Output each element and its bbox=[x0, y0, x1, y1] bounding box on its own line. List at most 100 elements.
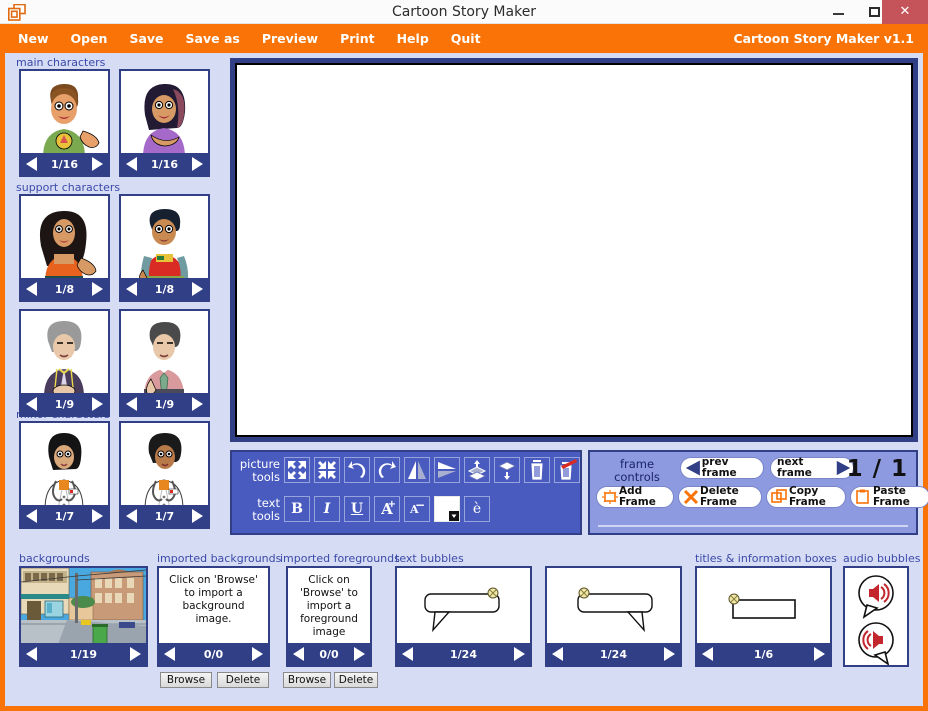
shrink-button[interactable] bbox=[314, 457, 340, 483]
text-bubble-card-left[interactable]: 1/24 bbox=[395, 566, 532, 667]
delete-frame-button[interactable]: Delete Frame bbox=[678, 486, 762, 508]
audio-bubbles-card[interactable] bbox=[843, 566, 909, 667]
expand-button[interactable] bbox=[284, 457, 310, 483]
next-arrow-icon[interactable] bbox=[129, 647, 141, 661]
prev-arrow-icon[interactable] bbox=[26, 397, 37, 411]
prev-arrow-icon[interactable] bbox=[126, 157, 137, 171]
decrease-font-button[interactable]: A − bbox=[404, 496, 430, 522]
delete-icon bbox=[530, 460, 544, 481]
minimize-button[interactable] bbox=[820, 0, 856, 24]
imported-backgrounds-nav: 0/0 bbox=[159, 643, 268, 665]
menu-item-preview[interactable]: Preview bbox=[262, 31, 318, 46]
add-frame-button[interactable]: Add Frame bbox=[596, 486, 674, 508]
send-to-back-button[interactable] bbox=[494, 457, 520, 483]
text-color-button[interactable] bbox=[434, 496, 460, 522]
character-card-main-1[interactable]: 1/16 bbox=[19, 69, 110, 177]
next-arrow-icon[interactable] bbox=[813, 647, 825, 661]
titles-boxes-card[interactable]: 1/6 bbox=[695, 566, 832, 667]
next-arrow-icon[interactable] bbox=[191, 509, 203, 523]
next-frame-button[interactable]: next frame bbox=[770, 457, 854, 479]
next-arrow-icon[interactable] bbox=[91, 282, 103, 296]
menu-item-save[interactable]: Save bbox=[129, 31, 163, 46]
label-support-characters: support characters bbox=[16, 181, 121, 194]
bold-button[interactable]: B bbox=[284, 496, 310, 522]
next-arrow-icon[interactable] bbox=[663, 647, 675, 661]
character-card-support-4[interactable]: 1/9 bbox=[119, 309, 210, 417]
text-bubble-card-right[interactable]: 1/24 bbox=[545, 566, 682, 667]
browse-foreground-button[interactable]: Browse bbox=[283, 672, 331, 688]
character-card-minor-1[interactable]: 1/7 bbox=[19, 421, 110, 529]
prev-arrow-icon[interactable] bbox=[552, 647, 563, 661]
next-arrow-icon[interactable] bbox=[191, 397, 203, 411]
delete-all-button[interactable] bbox=[554, 457, 580, 483]
story-canvas[interactable] bbox=[230, 58, 918, 442]
next-arrow-icon[interactable] bbox=[91, 157, 103, 171]
bring-to-front-icon bbox=[467, 460, 487, 481]
redo-button[interactable] bbox=[374, 457, 400, 483]
accent-character-button[interactable]: è bbox=[464, 496, 490, 522]
prev-arrow-icon[interactable] bbox=[26, 647, 37, 661]
prev-arrow-icon[interactable] bbox=[26, 509, 37, 523]
close-button[interactable]: ✕ bbox=[882, 0, 928, 24]
delete-button[interactable] bbox=[524, 457, 550, 483]
character-card-minor-2[interactable]: 1/7 bbox=[119, 421, 210, 529]
next-arrow-icon[interactable] bbox=[91, 397, 103, 411]
add-frame-label: Add Frame bbox=[619, 485, 656, 508]
next-arrow-icon[interactable] bbox=[251, 647, 263, 661]
character-card-main-2[interactable]: 1/16 bbox=[119, 69, 210, 177]
menu-item-save-as[interactable]: Save as bbox=[186, 31, 240, 46]
prev-arrow-icon[interactable] bbox=[126, 397, 137, 411]
underline-button[interactable]: U bbox=[344, 496, 370, 522]
label-backgrounds: backgrounds bbox=[19, 552, 90, 565]
undo-button[interactable] bbox=[344, 457, 370, 483]
menu-item-new[interactable]: New bbox=[18, 31, 49, 46]
copy-frame-button[interactable]: Copy Frame bbox=[766, 486, 846, 508]
imported-backgrounds-card[interactable]: Click on 'Browse' to import a background… bbox=[157, 566, 270, 667]
prev-arrow-icon[interactable] bbox=[26, 282, 37, 296]
prev-arrow-icon[interactable] bbox=[702, 647, 713, 661]
character-count-main-2: 1/16 bbox=[151, 157, 178, 171]
prev-arrow-icon[interactable] bbox=[293, 647, 304, 661]
menu-item-print[interactable]: Print bbox=[340, 31, 375, 46]
titles-boxes-thumbnail bbox=[697, 568, 830, 643]
picture-tools-label: picture tools bbox=[239, 457, 280, 484]
bring-to-front-button[interactable] bbox=[464, 457, 490, 483]
canvas-drawing-area[interactable] bbox=[235, 63, 913, 437]
delete-foreground-button[interactable]: Delete bbox=[334, 672, 378, 688]
backgrounds-count: 1/19 bbox=[70, 647, 97, 661]
next-arrow-icon[interactable] bbox=[191, 157, 203, 171]
prev-frame-button[interactable]: prev frame bbox=[680, 457, 764, 479]
character-card-support-1[interactable]: 1/8 bbox=[19, 194, 110, 302]
character-card-support-2[interactable]: 1/8 bbox=[119, 194, 210, 302]
paste-frame-button[interactable]: Paste Frame bbox=[850, 486, 928, 508]
imported-foregrounds-nav: 0/0 bbox=[288, 643, 370, 665]
increase-font-button[interactable]: A + bbox=[374, 496, 400, 522]
prev-arrow-icon[interactable] bbox=[402, 647, 413, 661]
imported-backgrounds-message: Click on 'Browse' to import a background… bbox=[169, 574, 258, 625]
flip-horizontal-button[interactable] bbox=[404, 457, 430, 483]
prev-arrow-icon[interactable] bbox=[26, 157, 37, 171]
next-arrow-icon[interactable] bbox=[191, 282, 203, 296]
browse-background-button[interactable]: Browse bbox=[160, 672, 212, 688]
imported-foregrounds-card[interactable]: Click on 'Browse' to import a foreground… bbox=[286, 566, 372, 667]
prev-arrow-icon[interactable] bbox=[126, 282, 137, 296]
menu-item-help[interactable]: Help bbox=[397, 31, 429, 46]
character-card-support-3[interactable]: 1/9 bbox=[19, 309, 110, 417]
italic-button[interactable]: I bbox=[314, 496, 340, 522]
next-arrow-icon[interactable] bbox=[513, 647, 525, 661]
next-arrow-icon[interactable] bbox=[353, 647, 365, 661]
backgrounds-card[interactable]: 1/19 bbox=[19, 566, 148, 667]
flip-vertical-button[interactable] bbox=[434, 457, 460, 483]
menu-item-quit[interactable]: Quit bbox=[451, 31, 481, 46]
menu-item-open[interactable]: Open bbox=[71, 31, 108, 46]
character-count-minor-2: 1/7 bbox=[154, 509, 175, 523]
speech-bubble-left-icon bbox=[397, 568, 530, 643]
imported-foregrounds-message-area: Click on 'Browse' to import a foreground… bbox=[288, 568, 370, 643]
delete-background-button[interactable]: Delete bbox=[217, 672, 269, 688]
prev-arrow-icon[interactable] bbox=[126, 509, 137, 523]
application-window: Cartoon Story Maker ✕ New Open Save Save… bbox=[0, 0, 928, 711]
character-nav-support-3: 1/9 bbox=[21, 393, 108, 415]
next-arrow-icon[interactable] bbox=[91, 509, 103, 523]
prev-arrow-icon[interactable] bbox=[164, 647, 175, 661]
label-titles-boxes: titles & information boxes bbox=[695, 552, 837, 565]
